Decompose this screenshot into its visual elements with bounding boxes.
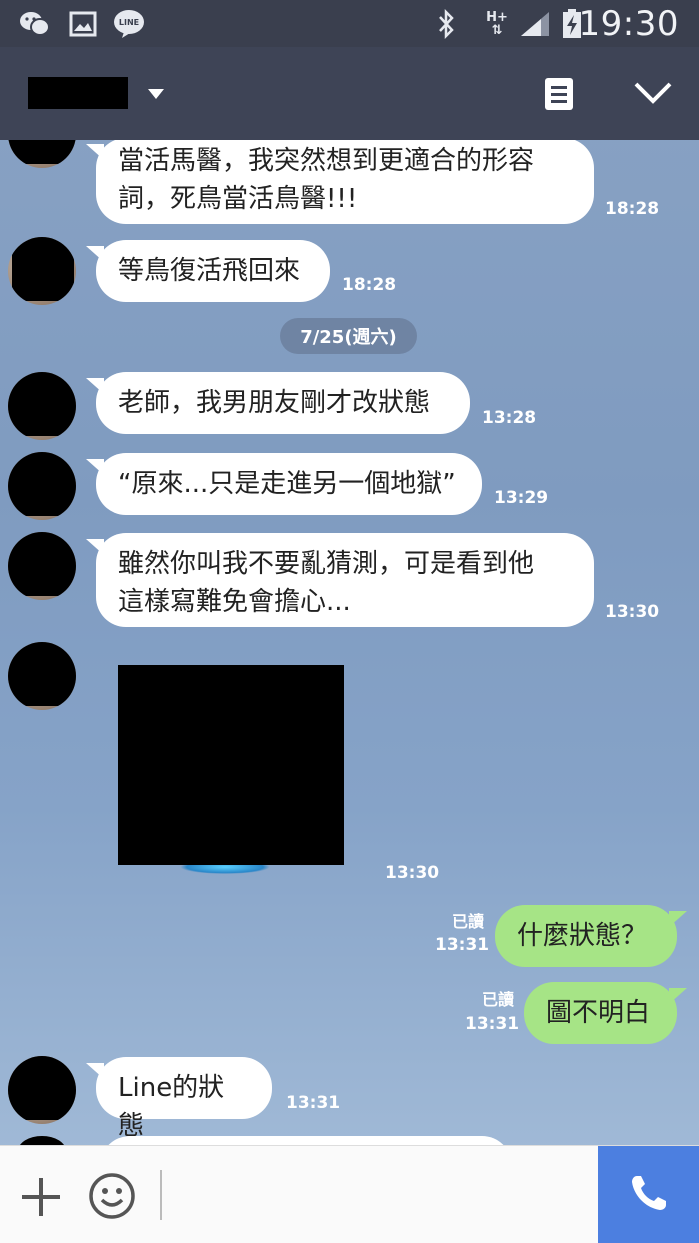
message-bubble[interactable]: 雖然你叫我不要亂猜測，可是看到他 這樣寫難免會擔心... — [86, 533, 594, 627]
avatar-redaction — [8, 532, 76, 596]
avatar[interactable] — [8, 140, 76, 168]
wechat-icon — [18, 9, 52, 39]
image-message[interactable] — [118, 665, 344, 865]
avatar[interactable] — [18, 1136, 66, 1145]
read-receipt: 已讀 — [451, 912, 484, 931]
contact-name[interactable] — [28, 77, 128, 109]
message-time: 13:31 — [435, 935, 490, 955]
avatar-redaction — [8, 372, 76, 436]
smiley-icon[interactable] — [88, 1172, 136, 1220]
avatar-redaction — [8, 1056, 76, 1120]
caret-down-icon[interactable] — [148, 89, 164, 99]
status-time: 19:30 — [578, 4, 679, 44]
phone-icon — [628, 1172, 670, 1218]
message-time: 18:28 — [342, 275, 397, 295]
message-time: 13:30 — [385, 863, 440, 883]
line-badge-text: LINE — [119, 18, 139, 27]
message-bubble[interactable]: 圖不明白 — [524, 982, 687, 1044]
date-separator: 7/25(週六) — [280, 318, 417, 354]
signal-icon — [518, 9, 552, 39]
avatar[interactable] — [8, 372, 76, 440]
message-bubble[interactable]: “原來...只是走進另一個地獄” — [86, 453, 482, 515]
chat-header — [0, 47, 699, 140]
avatar-redaction — [8, 452, 76, 516]
plus-icon[interactable] — [20, 1176, 62, 1218]
avatar-redaction — [18, 1136, 66, 1145]
avatar[interactable] — [8, 532, 76, 600]
message-time: 13:30 — [605, 602, 660, 622]
call-button[interactable] — [598, 1146, 699, 1243]
avatar-redaction — [8, 642, 76, 706]
chat-area[interactable]: 當活馬醫，我突然想到更適合的形容 詞，死鳥當活鳥醫!!! 18:28 等鳥復活飛… — [0, 140, 699, 1145]
message-time: 13:31 — [465, 1014, 520, 1034]
message-bubble[interactable]: 什麼狀態？ — [495, 905, 687, 967]
line-icon: LINE — [112, 9, 146, 39]
message-time: 18:28 — [605, 199, 660, 219]
message-time: 13:28 — [482, 408, 537, 428]
avatar[interactable] — [8, 237, 76, 305]
message-bubble[interactable]: 當活馬醫，我突然想到更適合的形容 詞，死鳥當活鳥醫!!! — [86, 140, 594, 224]
avatar[interactable] — [8, 642, 76, 710]
message-bubble[interactable]: 等鳥復活飛回來 — [86, 240, 330, 302]
avatar-redaction — [8, 140, 76, 164]
avatar[interactable] — [8, 1056, 76, 1124]
avatar-redaction — [12, 237, 74, 301]
message-time: 13:31 — [286, 1093, 341, 1113]
partial-message-bubble — [100, 1136, 512, 1145]
hplus-network-icon: H+ ⇅ — [482, 9, 512, 39]
input-bar — [0, 1145, 699, 1243]
message-time: 13:29 — [494, 488, 549, 508]
read-receipt: 已讀 — [481, 990, 514, 1009]
avatar[interactable] — [8, 452, 76, 520]
data-arrows-icon: ⇅ — [491, 23, 503, 38]
gallery-icon — [68, 9, 98, 39]
message-bubble[interactable]: Line的狀態 — [86, 1057, 272, 1141]
message-bubble[interactable]: 老師，我男朋友剛才改狀態 — [86, 372, 470, 434]
status-bar: LINE H+ ⇅ 19:30 — [0, 0, 699, 47]
bluetooth-icon — [433, 9, 459, 39]
chevron-down-icon[interactable] — [633, 79, 673, 107]
message-input[interactable] — [160, 1170, 162, 1220]
note-icon[interactable] — [543, 77, 575, 111]
